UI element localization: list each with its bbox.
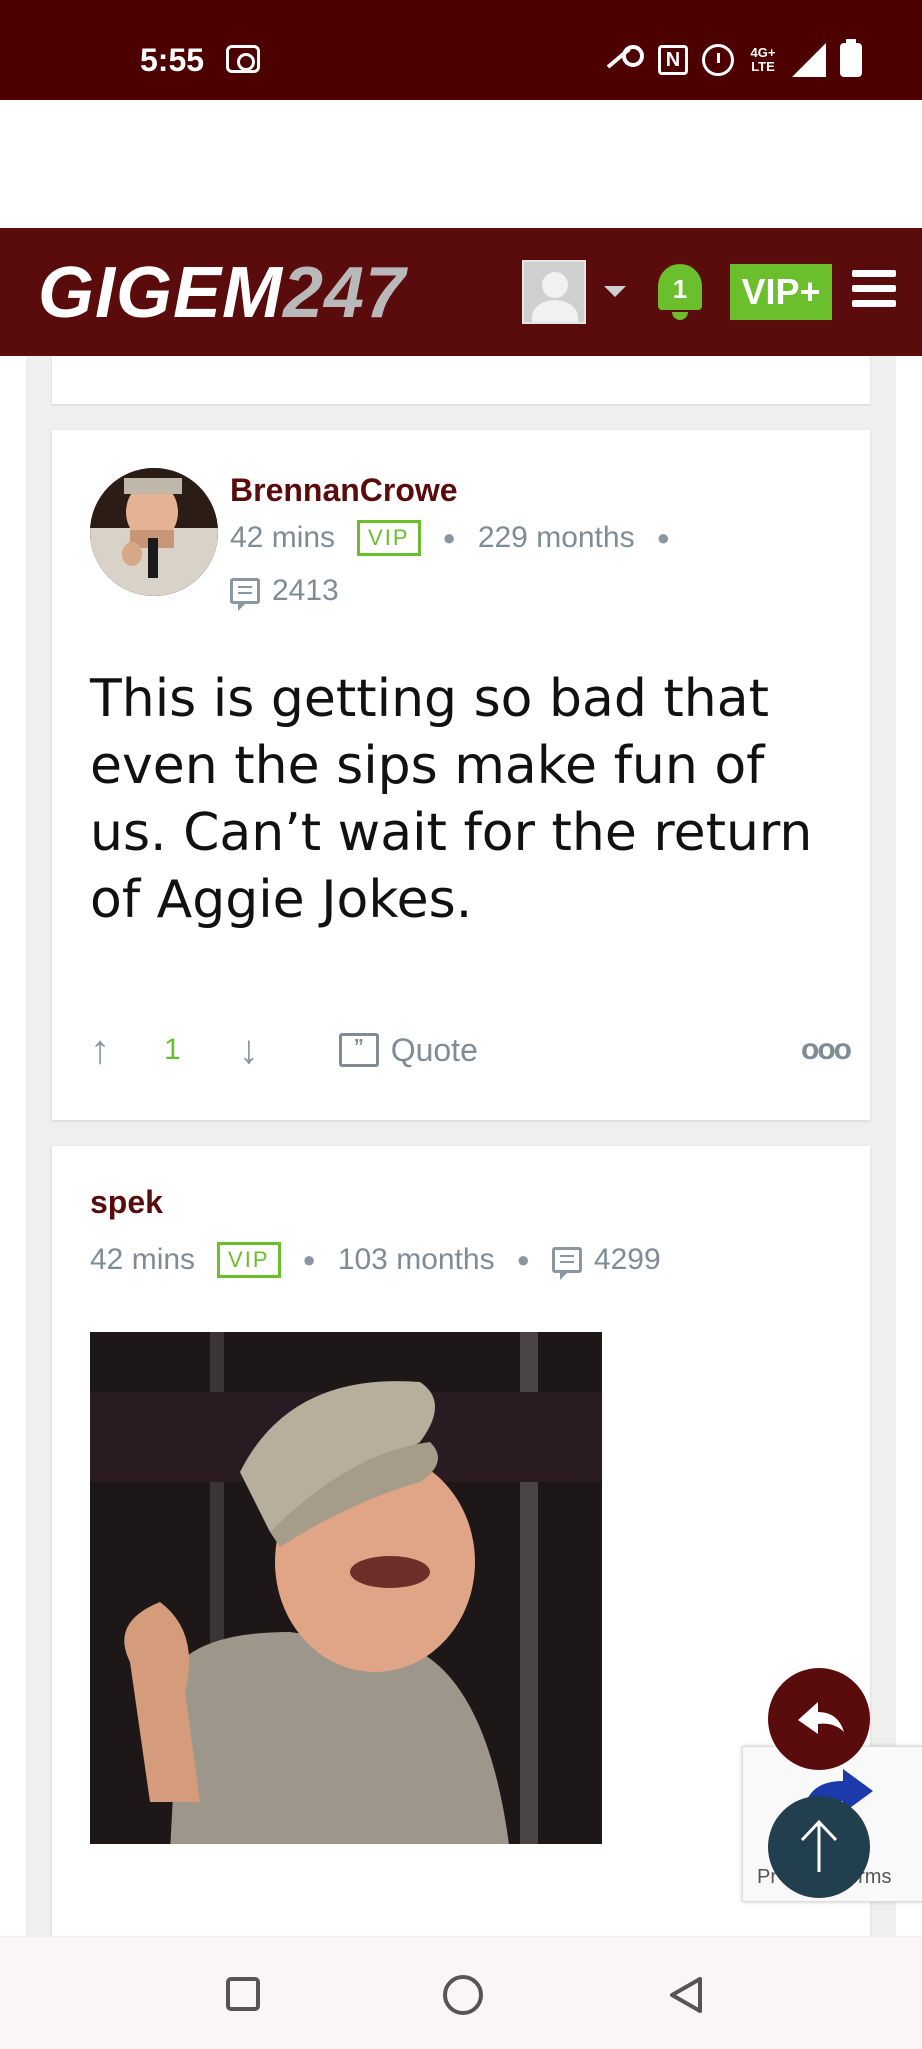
vip-plus-button[interactable]: VIP+ xyxy=(730,264,832,320)
bell-clapper xyxy=(672,312,688,320)
post-gif-image[interactable] xyxy=(90,1332,602,1844)
battery-icon xyxy=(840,39,862,77)
vip-badge: VIP xyxy=(217,1242,281,1278)
gif-illustration xyxy=(90,1332,602,1844)
post-card: BrennanCrowe 42 mins VIP ● 229 months ● … xyxy=(52,430,870,1120)
quote-button[interactable]: ” Quote xyxy=(338,1031,478,1069)
status-bar: 5:55 N 4G+ LTE xyxy=(0,0,922,100)
network-type: 4G+ LTE xyxy=(750,45,776,74)
site-header: GIGEM247 1 VIP+ xyxy=(0,228,922,356)
quote-label: Quote xyxy=(390,1031,478,1068)
alarm-icon xyxy=(702,44,734,76)
post-count-row: 2413 xyxy=(230,574,339,611)
member-tenure: 229 months xyxy=(477,521,635,554)
site-logo[interactable]: GIGEM247 xyxy=(38,252,406,334)
signal-icon xyxy=(792,43,826,77)
post-count: 4299 xyxy=(593,1243,661,1276)
chevron-down-icon[interactable] xyxy=(604,286,626,297)
browser-blank-area xyxy=(0,100,922,228)
recent-apps-icon[interactable] xyxy=(226,1977,260,2011)
avatar-image xyxy=(90,468,218,596)
quote-icon: ” xyxy=(338,1033,379,1067)
separator-dot: ● xyxy=(302,1247,316,1272)
comment-icon xyxy=(230,578,260,611)
separator-dot: ● xyxy=(516,1247,530,1272)
comment-icon xyxy=(551,1247,582,1280)
notifications-bell-icon[interactable]: 1 xyxy=(654,258,706,322)
vote-count: 1 xyxy=(164,1033,181,1066)
home-icon[interactable] xyxy=(443,1975,483,2015)
upvote-icon[interactable]: ↑ xyxy=(90,1028,110,1073)
post-meta: 42 mins VIP ● 229 months ● xyxy=(230,520,670,556)
post-actions: ↑ 1 ↓ ” Quote ooo xyxy=(90,1020,852,1080)
previous-post-card xyxy=(52,356,870,404)
notification-count: 1 xyxy=(658,264,702,310)
more-options-icon[interactable]: ooo xyxy=(801,1033,852,1067)
reply-icon xyxy=(798,1702,844,1734)
post-meta: 42 mins VIP ● 103 months ● 4299 xyxy=(90,1242,661,1280)
status-time: 5:55 xyxy=(140,42,205,78)
back-icon[interactable] xyxy=(666,1975,706,2015)
member-tenure: 103 months xyxy=(337,1243,495,1276)
reply-button[interactable] xyxy=(768,1668,870,1770)
user-avatar-button[interactable] xyxy=(522,260,586,324)
separator-dot: ● xyxy=(656,525,670,550)
system-nav-bar xyxy=(0,1936,922,2049)
post-username[interactable]: BrennanCrowe xyxy=(230,472,458,509)
screen-record-icon xyxy=(226,45,260,73)
post-count: 2413 xyxy=(272,574,339,607)
status-icons: N 4G+ LTE xyxy=(606,39,862,80)
key-icon xyxy=(606,45,644,75)
separator-dot: ● xyxy=(442,525,456,550)
vip-badge: VIP xyxy=(357,520,421,556)
post-time: 42 mins xyxy=(230,521,336,554)
logo-number: 247 xyxy=(283,253,407,333)
post-time: 42 mins xyxy=(90,1243,196,1276)
post-username[interactable]: spek xyxy=(90,1184,163,1221)
downvote-icon[interactable]: ↓ xyxy=(239,1028,259,1073)
arrow-up-icon xyxy=(800,1819,838,1872)
nfc-icon: N xyxy=(658,45,688,75)
logo-main: GIGEM xyxy=(38,253,284,333)
post-body: This is getting so bad that even the sip… xyxy=(90,669,813,930)
menu-icon[interactable] xyxy=(852,270,896,310)
scroll-to-top-button[interactable] xyxy=(768,1796,870,1898)
avatar[interactable] xyxy=(90,468,218,596)
